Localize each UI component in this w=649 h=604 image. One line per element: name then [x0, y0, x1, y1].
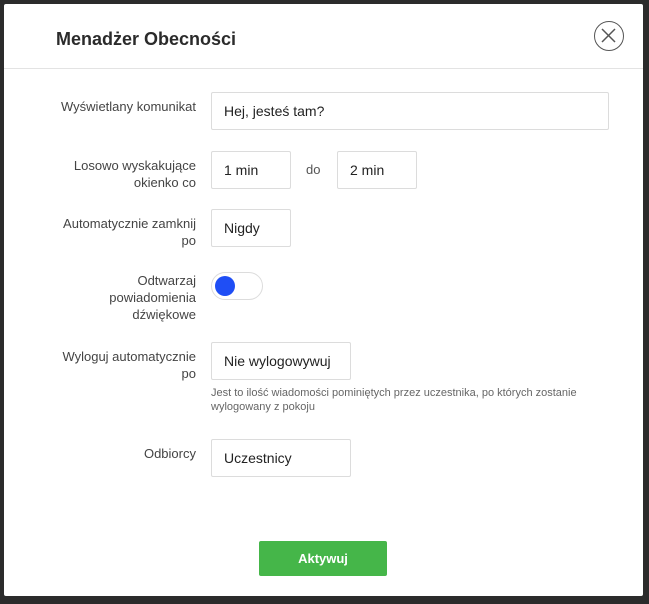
- auto-logout-hint: Jest to ilość wiadomości pominiętych prz…: [211, 387, 577, 413]
- popup-interval-between-text: do: [306, 162, 321, 177]
- auto-close-label-line1: Automatycznie zamknij: [63, 216, 196, 231]
- message-input[interactable]: Hej, jesteś tam?: [211, 92, 609, 130]
- sound-toggle[interactable]: [211, 272, 263, 300]
- close-button[interactable]: [594, 21, 624, 51]
- auto-logout-select[interactable]: Nie wylogowywuj: [211, 342, 351, 380]
- recipients-select[interactable]: Uczestnicy: [211, 439, 351, 477]
- activate-button[interactable]: Aktywuj: [259, 541, 387, 576]
- sound-label-line1: Odtwarzaj: [137, 273, 196, 288]
- popup-interval-from-input[interactable]: 1 min: [211, 151, 291, 189]
- auto-logout-label-line1: Wyloguj automatycznie: [62, 349, 196, 364]
- presence-manager-dialog: Menadżer Obecności Wyświetlany komunikat…: [4, 4, 643, 596]
- dialog-header: Menadżer Obecności: [4, 4, 643, 69]
- popup-interval-label: Losowo wyskakujące okienko co: [74, 157, 196, 191]
- close-icon: [601, 28, 616, 43]
- message-label: Wyświetlany komunikat: [61, 99, 196, 114]
- auto-close-label: Automatycznie zamknij po: [63, 215, 196, 249]
- sound-label: Odtwarzaj powiadomienia dźwiękowe: [109, 272, 196, 323]
- auto-close-label-line2: po: [181, 233, 196, 248]
- popup-interval-label-line1: Losowo wyskakujące: [73, 158, 196, 173]
- popup-interval-label-line2: okienko co: [133, 175, 196, 190]
- toggle-knob: [215, 276, 235, 296]
- auto-logout-label: Wyloguj automatycznie po: [62, 348, 196, 382]
- popup-interval-to-input[interactable]: 2 min: [337, 151, 417, 189]
- sound-label-line2: powiadomienia: [109, 290, 196, 305]
- sound-label-line3: dźwiękowe: [132, 307, 196, 322]
- recipients-label: Odbiorcy: [143, 446, 196, 461]
- auto-close-select[interactable]: Nigdy: [211, 209, 291, 247]
- auto-logout-label-line2: po: [181, 366, 196, 381]
- dialog-title: Menadżer Obecności: [56, 29, 237, 49]
